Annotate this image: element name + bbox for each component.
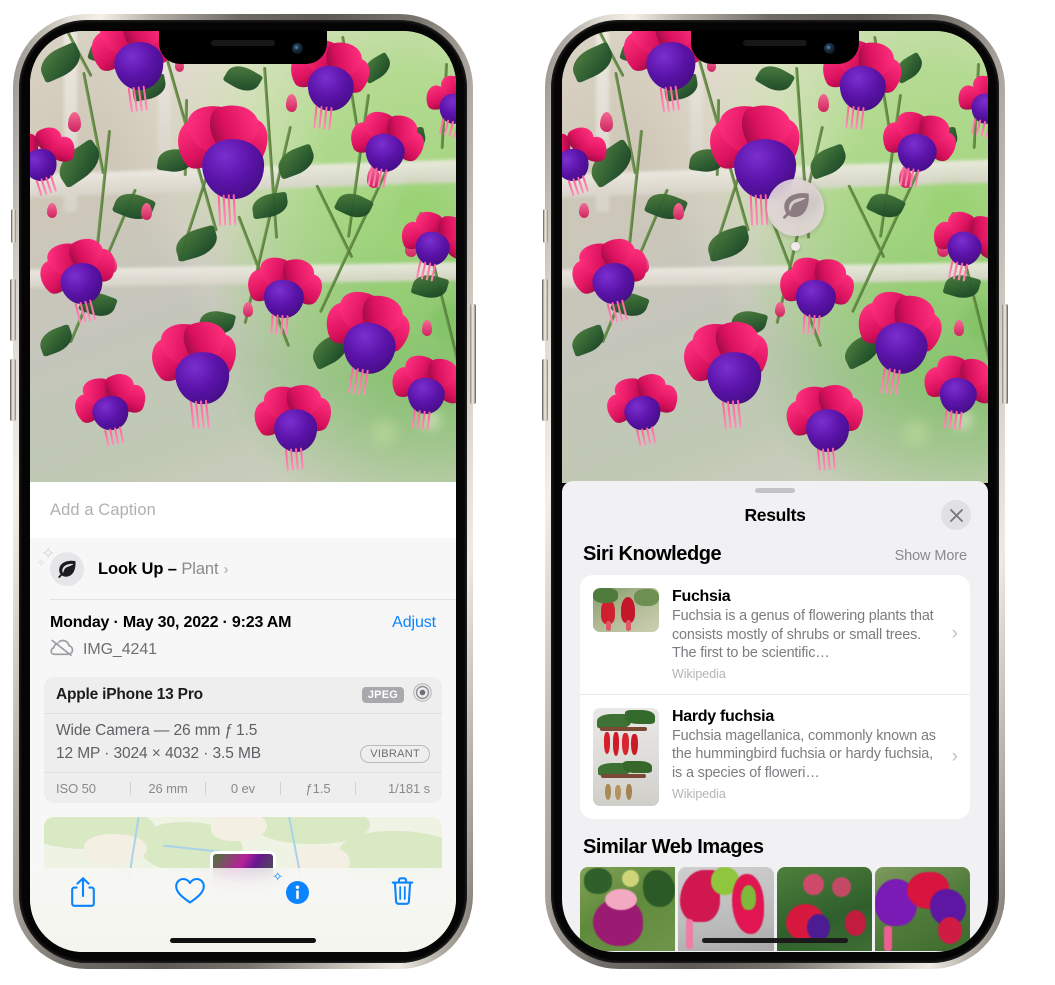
- delete-button[interactable]: [350, 876, 457, 911]
- photo-metadata-row: Monday · May 30, 2022 · 9:23 AM Adjust I…: [30, 600, 456, 671]
- iphone-device-right: Results Siri Knowledge Show More Fuchsia…: [542, 14, 1008, 969]
- trash-icon: [390, 876, 415, 911]
- front-camera: [292, 43, 303, 54]
- web-image-thumbnail[interactable]: [874, 866, 970, 951]
- result-body: Fuchsia Fuchsia is a genus of flowering p…: [672, 588, 958, 681]
- info-sparkle-icon: ✧: [272, 870, 311, 911]
- result-body: Hardy fuchsia Fuchsia magellanica, common…: [672, 708, 958, 801]
- lens-description: Wide Camera — 26 mm ƒ 1.5: [56, 722, 258, 739]
- volume-down-button[interactable]: [10, 359, 16, 421]
- result-title: Hardy fuchsia: [672, 707, 774, 725]
- web-image-thumbnail[interactable]: [580, 866, 676, 951]
- results-title: Results: [744, 504, 806, 525]
- result-source: Wikipedia: [672, 666, 726, 681]
- exif-value: 1/181 s: [388, 780, 430, 796]
- mute-switch[interactable]: [543, 209, 548, 243]
- mute-switch[interactable]: [11, 209, 16, 243]
- results-header: Results: [562, 493, 988, 537]
- notch: [691, 31, 859, 64]
- siri-knowledge-card: Fuchsia Fuchsia is a genus of flowering p…: [580, 575, 970, 819]
- device-screen-left: Add a Caption ✧ ✧ Look Up – Plant › Mond…: [30, 31, 456, 952]
- chevron-right-icon: ›: [223, 560, 229, 578]
- format-badge: JPEG: [361, 687, 404, 703]
- show-more-button[interactable]: Show More: [895, 548, 968, 564]
- home-indicator[interactable]: [170, 938, 316, 943]
- result-title: Fuchsia: [672, 588, 731, 605]
- indicator-dot: [791, 242, 800, 251]
- camera-header: Apple iPhone 13 Pro JPEG: [44, 677, 442, 714]
- result-description: Fuchsia magellanica, commonly known as t…: [672, 727, 936, 781]
- look-up-badge: ✧ ✧: [37, 545, 84, 586]
- icloud-slash-icon: [50, 639, 74, 661]
- capture-datetime: Monday · May 30, 2022 · 9:23 AM: [50, 614, 292, 631]
- caption-input[interactable]: Add a Caption: [50, 501, 156, 520]
- section-title: Siri Knowledge: [583, 543, 722, 565]
- leaf-icon: [781, 192, 811, 224]
- side-power-button[interactable]: [470, 304, 476, 404]
- share-button[interactable]: [30, 876, 137, 913]
- chevron-right-icon: ›: [951, 623, 958, 645]
- volume-up-button[interactable]: [542, 279, 548, 341]
- look-up-subject: Plant: [181, 559, 219, 578]
- visual-look-up-indicator[interactable]: [767, 179, 824, 251]
- knowledge-result-row[interactable]: Fuchsia Fuchsia is a genus of flowering p…: [580, 575, 970, 694]
- results-sheet: Results Siri Knowledge Show More Fuchsia…: [562, 481, 988, 952]
- earpiece-speaker: [743, 40, 807, 46]
- result-description: Fuchsia is a genus of flowering plants t…: [672, 608, 934, 662]
- chevron-right-icon: ›: [951, 745, 958, 767]
- exif-row: ISO 50 26 mm 0 ev ƒ1.5 1/181 s: [44, 773, 442, 803]
- camera-model: Apple iPhone 13 Pro: [56, 686, 203, 703]
- section-title: Similar Web Images: [583, 835, 764, 858]
- exif-value: 0 ev: [230, 780, 256, 796]
- close-button[interactable]: [941, 500, 971, 530]
- device-screen-right: Results Siri Knowledge Show More Fuchsia…: [562, 31, 988, 952]
- info-button[interactable]: ✧: [243, 870, 350, 911]
- leaf-icon: [50, 552, 84, 586]
- volume-up-button[interactable]: [10, 279, 16, 341]
- photo-filename: IMG_4241: [83, 641, 157, 658]
- screenshot-stage: Add a Caption ✧ ✧ Look Up – Plant › Mond…: [0, 0, 1055, 985]
- earpiece-speaker: [211, 40, 275, 46]
- front-camera: [824, 43, 835, 54]
- volume-down-button[interactable]: [542, 359, 548, 421]
- home-indicator[interactable]: [702, 938, 848, 943]
- photo-viewer[interactable]: [562, 31, 988, 483]
- knowledge-result-row[interactable]: Hardy fuchsia Fuchsia magellanica, common…: [580, 693, 970, 819]
- siri-knowledge-header: Siri Knowledge Show More: [562, 537, 988, 575]
- exif-value: 26 mm: [148, 780, 188, 796]
- adjust-button[interactable]: Adjust: [392, 614, 436, 632]
- caption-field-row[interactable]: Add a Caption: [30, 482, 456, 538]
- camera-info-card[interactable]: Apple iPhone 13 Pro JPEG Wide Camera — 2…: [44, 677, 442, 803]
- result-thumbnail: [593, 707, 659, 806]
- side-power-button[interactable]: [1002, 304, 1008, 404]
- camera-body: Wide Camera — 26 mm ƒ 1.5 12 MP · 3024 ×…: [44, 714, 442, 773]
- camera-lens-icon: [413, 683, 432, 707]
- result-source: Wikipedia: [672, 786, 726, 801]
- share-icon: [70, 876, 96, 913]
- similar-web-images-header: Similar Web Images: [562, 819, 988, 867]
- sparkle-small-icon: ✧: [37, 558, 46, 569]
- iphone-device-left: Add a Caption ✧ ✧ Look Up – Plant › Mond…: [10, 14, 476, 969]
- look-up-row[interactable]: ✧ ✧ Look Up – Plant ›: [30, 538, 456, 600]
- photo-viewer[interactable]: [30, 31, 456, 483]
- sparkle-icon: ✧: [272, 869, 284, 884]
- heart-icon: [174, 876, 206, 910]
- notch: [159, 31, 327, 64]
- result-thumbnail: [593, 588, 659, 632]
- favorite-button[interactable]: [137, 876, 244, 910]
- image-specs: 12 MP · 3024 × 4032 · 3.5 MB: [56, 745, 261, 762]
- photo-info-sheet: Add a Caption ✧ ✧ Look Up – Plant › Mond…: [30, 482, 456, 952]
- look-up-label: Look Up – Plant ›: [98, 559, 229, 578]
- exif-value: ƒ1.5: [305, 780, 331, 796]
- exif-value: ISO 50: [56, 780, 96, 796]
- profile-badge: VIBRANT: [360, 745, 430, 763]
